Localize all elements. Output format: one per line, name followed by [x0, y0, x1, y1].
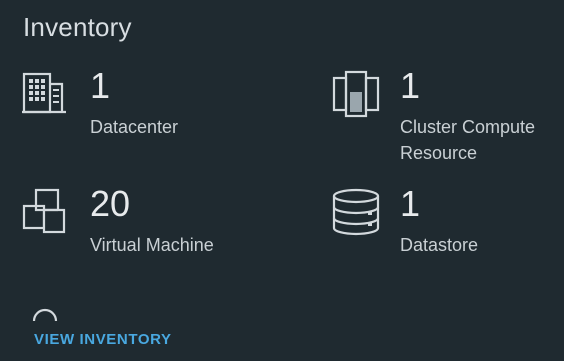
datacenter-label: Datacenter	[90, 117, 179, 137]
datastore-icon	[332, 188, 388, 244]
inventory-item-datastore[interactable]: 1 Datastore	[332, 183, 564, 278]
inventory-item-virtual-machine[interactable]: 20 Virtual Machine	[22, 183, 312, 278]
cluster-icon	[332, 70, 388, 126]
datacenter-count: 1	[90, 65, 111, 106]
inventory-panel: Inventory 1 Datacenter 1 Cluster Compute…	[0, 0, 564, 361]
partial-network-icon	[30, 305, 60, 323]
inventory-item-cluster-compute-resource[interactable]: 1 Cluster Compute Resource	[332, 65, 564, 170]
datacenter-icon	[22, 70, 78, 126]
view-inventory-link[interactable]: VIEW INVENTORY	[34, 331, 172, 348]
cluster-count: 1	[400, 65, 421, 106]
inventory-item-datacenter[interactable]: 1 Datacenter	[22, 65, 312, 160]
panel-title: Inventory	[23, 12, 132, 42]
virtual-machine-icon	[22, 188, 78, 244]
datastore-label: Datastore	[400, 235, 479, 255]
cluster-label: Cluster Compute Resource	[400, 117, 536, 163]
datastore-count: 1	[400, 183, 421, 224]
virtual-machine-count: 20	[90, 183, 131, 224]
virtual-machine-label: Virtual Machine	[90, 235, 214, 255]
